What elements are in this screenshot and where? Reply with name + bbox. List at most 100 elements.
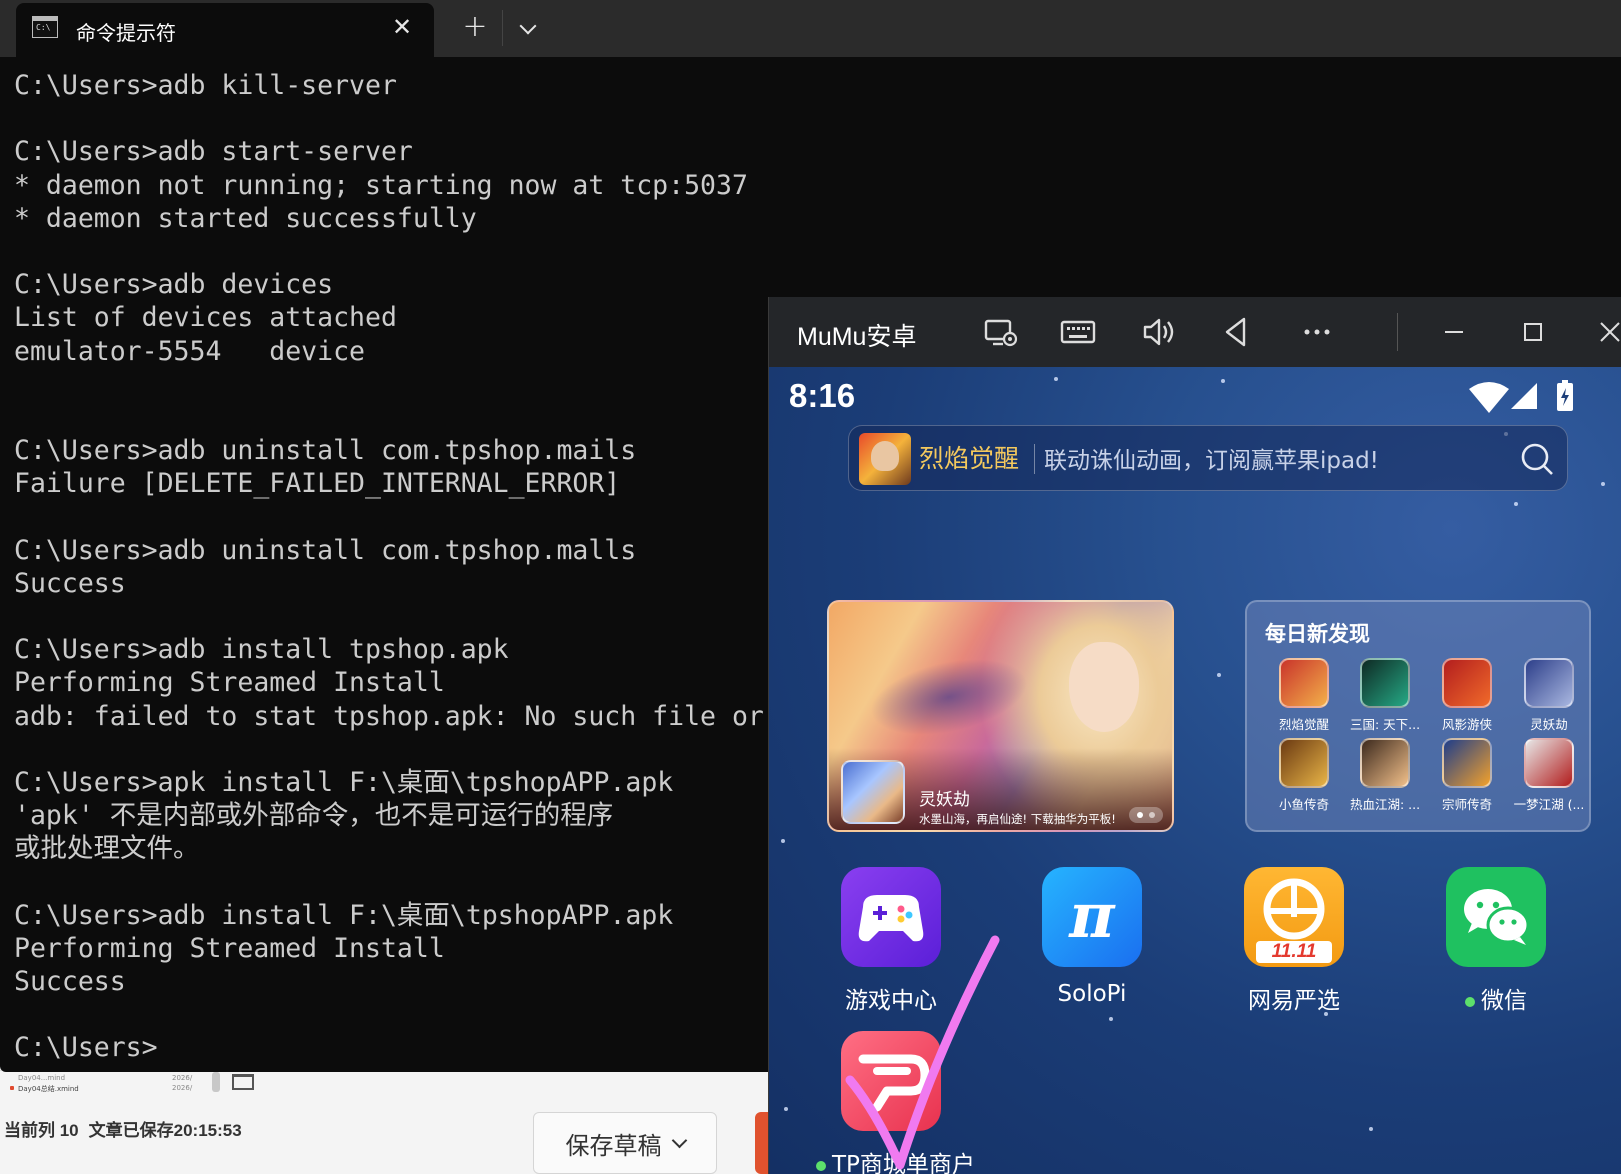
terminal-tab[interactable]: C:\ 命令提示符 ✕ xyxy=(16,3,434,57)
daily-app[interactable]: 热血江湖: ... xyxy=(1348,738,1422,818)
scrollbar-handle[interactable] xyxy=(212,1072,220,1092)
mumu-emulator-window: MuMu安卓 8:16 烈焰觉醒 联动诛仙动画，订阅赢苹果ipad! 灵妖劫 水… xyxy=(768,297,1621,1174)
signal-icon xyxy=(1511,383,1537,409)
solopi-icon: π xyxy=(1042,867,1142,967)
minimize-icon[interactable] xyxy=(1433,311,1475,353)
daily-app-label: 热血江湖: ... xyxy=(1349,797,1421,812)
game-avatar xyxy=(859,433,911,485)
daily-app[interactable]: 烈焰觉醒 xyxy=(1267,658,1341,738)
chevron-down-icon[interactable] xyxy=(671,1132,687,1148)
daily-app[interactable]: 灵妖劫 xyxy=(1512,658,1586,738)
terminal-titlebar: C:\ 命令提示符 ✕ + xyxy=(0,0,1621,57)
daily-title: 每日新发现 xyxy=(1265,622,1370,646)
daily-app[interactable]: 一梦江湖 (... xyxy=(1512,738,1586,818)
new-install-dot xyxy=(1465,996,1475,1007)
daily-app-label: 宗师传奇 xyxy=(1441,797,1492,812)
file-row-name[interactable]: Day04...mind xyxy=(18,1074,65,1082)
xmind-file-icon xyxy=(10,1086,14,1090)
chevron-down-icon[interactable] xyxy=(508,8,548,48)
banner-art xyxy=(1069,642,1139,732)
game-icon xyxy=(1279,658,1329,708)
wechat-icon xyxy=(1446,867,1546,967)
daily-app[interactable]: 三国: 天下... xyxy=(1348,658,1422,738)
save-draft-label: 保存草稿 xyxy=(565,1132,662,1160)
editor-file-list: Day04...mind 2026/ Day04总结.xmind 2026/ xyxy=(0,1074,200,1104)
search-brand: 烈焰觉醒 xyxy=(919,444,1020,473)
daily-app-label: 灵妖劫 xyxy=(1530,717,1568,732)
emulator-titlebar: MuMu安卓 xyxy=(769,297,1621,367)
app-label: 游戏中心 xyxy=(845,988,937,1014)
save-draft-button[interactable]: 保存草稿 xyxy=(533,1112,717,1174)
file-row-date: 2026/ xyxy=(172,1084,193,1092)
more-icon[interactable] xyxy=(1296,311,1338,353)
search-promo-text: 联动诛仙动画，订阅赢苹果ipad! xyxy=(1044,448,1379,474)
file-row-date: 2026/ xyxy=(172,1074,193,1082)
app-label: 微信 xyxy=(1421,981,1571,1015)
saved-status: 文章已保存20:15:53 xyxy=(88,1121,242,1140)
battery-icon xyxy=(1557,380,1573,411)
editor-toolbar-icons xyxy=(212,1072,262,1094)
app-tp-shop[interactable]: TP商城单商户 xyxy=(816,1031,975,1174)
tp-shop-icon xyxy=(841,1031,941,1131)
maximize-icon[interactable] xyxy=(1512,311,1554,353)
file-row-name[interactable]: Day04总结.xmind xyxy=(18,1084,79,1094)
new-tab-button[interactable]: + xyxy=(455,8,495,48)
layout-icon[interactable] xyxy=(232,1074,254,1090)
daily-app-label: 一梦江湖 (... xyxy=(1513,797,1585,812)
status-bar-time: 8:16 xyxy=(789,377,856,414)
android-home-screen: 8:16 烈焰觉醒 联动诛仙动画，订阅赢苹果ipad! 灵妖劫 水墨山海，再启仙… xyxy=(769,367,1621,1174)
daily-app-label: 烈焰觉醒 xyxy=(1278,717,1329,732)
back-icon[interactable] xyxy=(1216,311,1258,353)
app-label: 网易严选 xyxy=(1248,988,1340,1014)
daily-app[interactable]: 风影游侠 xyxy=(1430,658,1504,738)
close-icon[interactable] xyxy=(1589,311,1621,353)
daily-app-label: 小鱼传奇 xyxy=(1278,797,1329,812)
command-prompt-icon: C:\ xyxy=(32,16,58,38)
banner-game-name: 灵妖劫 xyxy=(919,790,970,810)
emulator-title: MuMu安卓 xyxy=(797,323,917,351)
daily-app-label: 风影游侠 xyxy=(1441,717,1492,732)
game-icon xyxy=(1279,738,1329,788)
terminal-line: C:\Users>adb start-server xyxy=(14,136,413,168)
app-label: TP商城单商户 xyxy=(816,1145,975,1174)
volume-icon[interactable] xyxy=(1137,311,1179,353)
app-netease-yanxuan[interactable]: 11.11 网易严选 xyxy=(1219,867,1369,1027)
terminal-tab-title: 命令提示符 xyxy=(76,21,176,45)
daily-app[interactable]: 宗师传奇 xyxy=(1430,738,1504,818)
svg-text:π: π xyxy=(1068,879,1116,952)
search-icon[interactable] xyxy=(1519,441,1555,477)
banner-description: 水墨山海，再启仙途! 下载抽华为平板! xyxy=(919,812,1116,826)
editor-status-text: 当前列 10 文章已保存20:15:53 xyxy=(4,1116,252,1141)
app-game-center[interactable]: 游戏中心 xyxy=(816,867,966,1027)
titlebar-divider xyxy=(1397,313,1398,351)
daily-discovery-widget: 每日新发现 烈焰觉醒 三国: 天下... 风影游侠 灵妖劫小鱼传奇 热血江湖: ... 宗… xyxy=(1245,600,1591,832)
terminal-line: C:\Users>adb kill-server xyxy=(14,70,397,101)
status-bar-icons xyxy=(1469,379,1609,415)
game-thumbnail xyxy=(841,760,905,824)
netease-yanxuan-icon: 11.11 xyxy=(1244,867,1344,967)
app-search-bar[interactable]: 烈焰觉醒 联动诛仙动画，订阅赢苹果ipad! xyxy=(848,425,1568,491)
daily-app[interactable]: 小鱼传奇 xyxy=(1267,738,1341,818)
app-label: SoloPi xyxy=(1057,981,1127,1007)
daily-app-label: 三国: 天下... xyxy=(1349,717,1421,732)
app-solopi[interactable]: π SoloPi xyxy=(1017,867,1167,1027)
app-wechat[interactable]: 微信 xyxy=(1421,867,1571,1027)
cursor-column-status: 当前列 10 xyxy=(4,1121,79,1140)
screen-settings-icon[interactable] xyxy=(979,311,1021,353)
game-icon xyxy=(1524,738,1574,788)
game-icon xyxy=(1360,658,1410,708)
carousel-indicator[interactable] xyxy=(1129,807,1163,823)
wifi-icon xyxy=(1469,382,1509,413)
game-center-icon xyxy=(841,867,941,967)
game-icon xyxy=(1442,658,1492,708)
terminal-line: * daemon not running; starting now at tc… xyxy=(14,169,748,201)
keyboard-icon[interactable] xyxy=(1057,311,1099,353)
game-icon xyxy=(1442,738,1492,788)
featured-game-banner[interactable]: 灵妖劫 水墨山海，再启仙途! 下载抽华为平板! xyxy=(827,600,1174,832)
search-divider xyxy=(1034,444,1035,474)
close-tab-icon[interactable]: ✕ xyxy=(386,11,418,43)
titlebar-divider xyxy=(502,10,503,46)
game-icon xyxy=(1524,658,1574,708)
